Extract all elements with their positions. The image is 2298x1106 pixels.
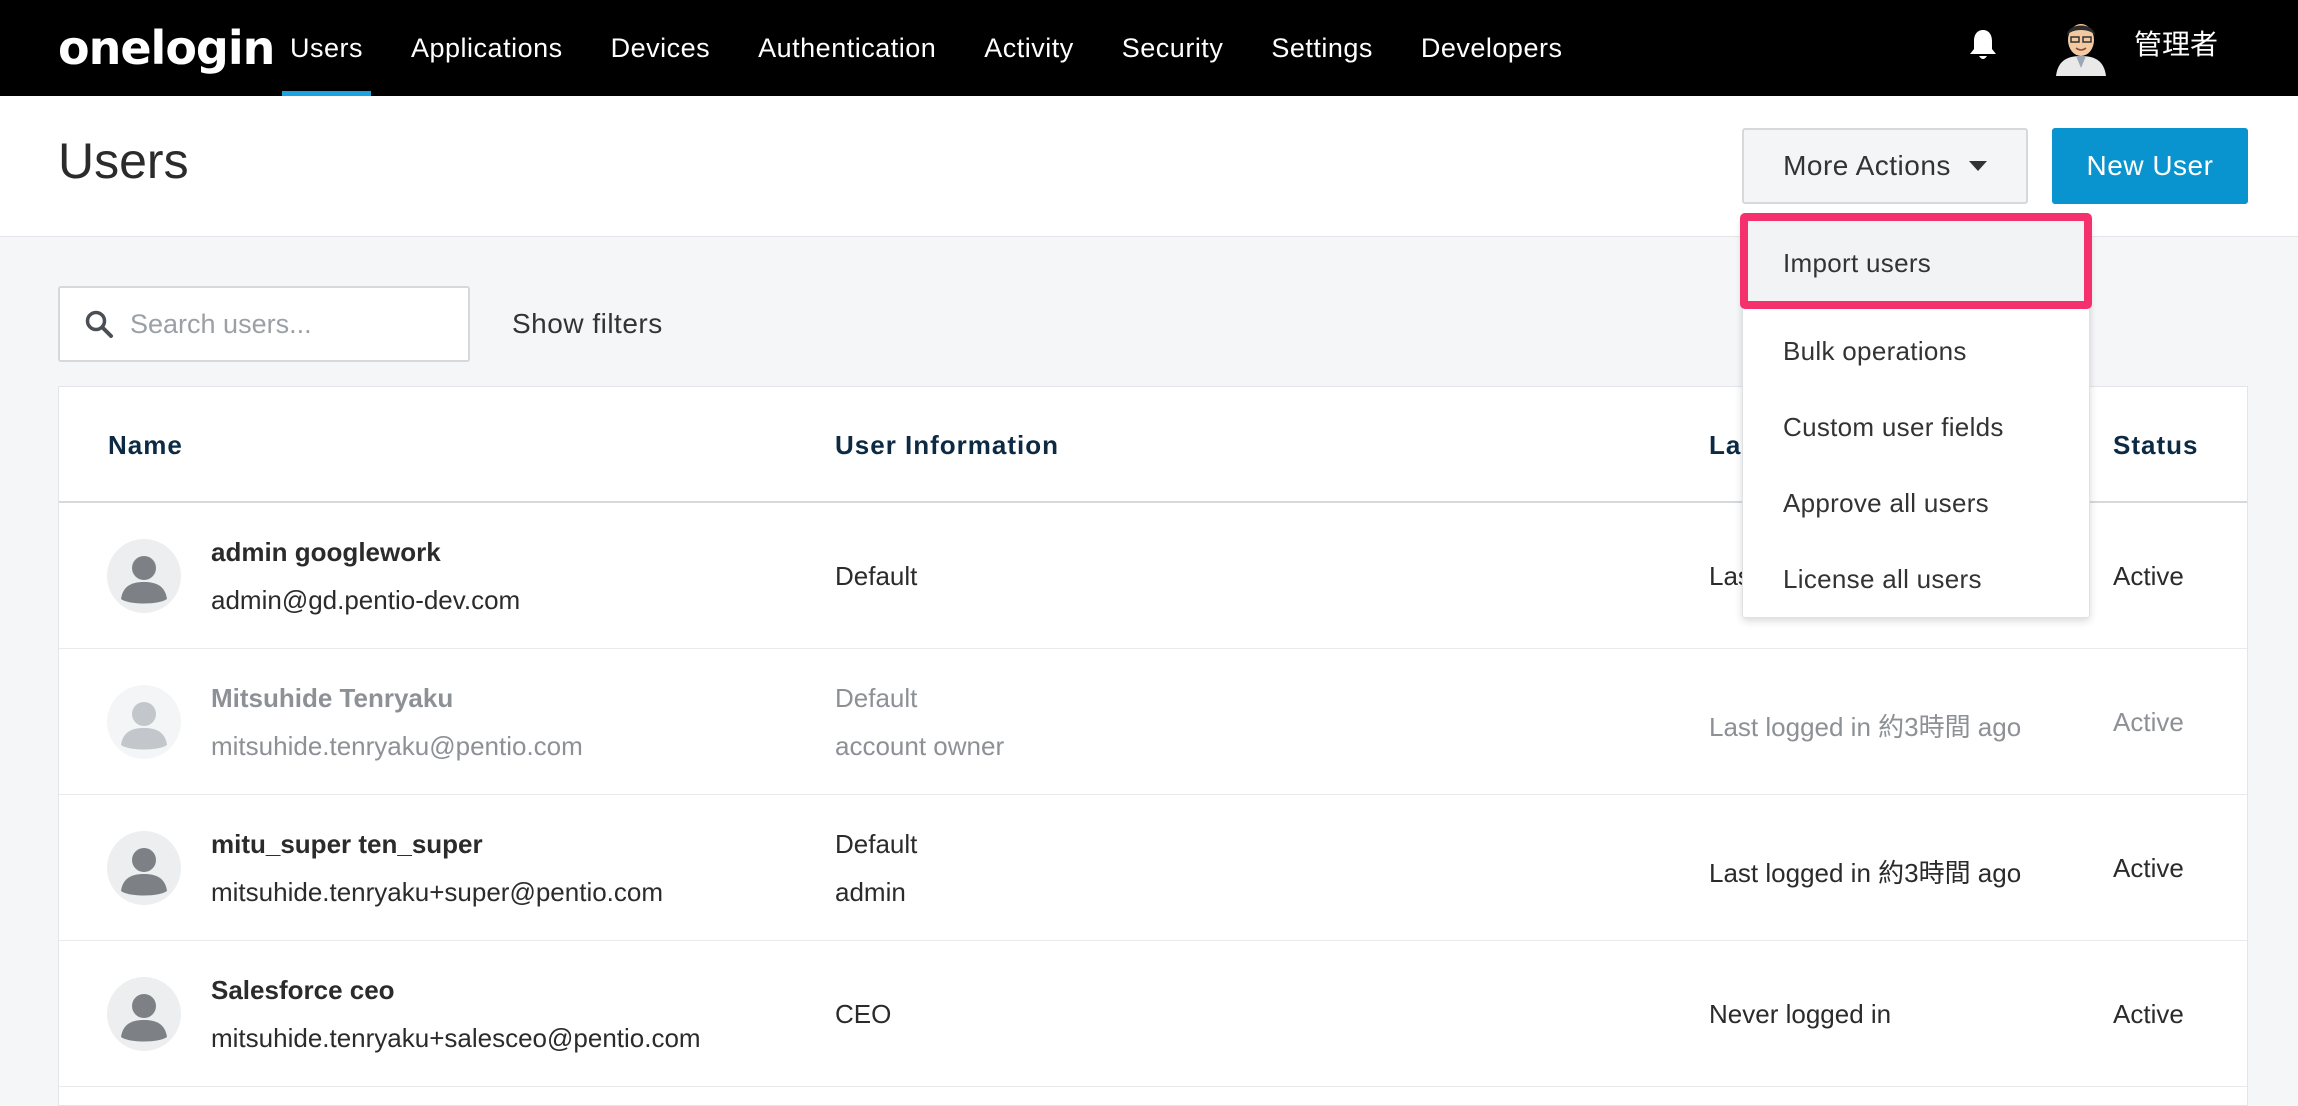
user-avatar-icon — [107, 539, 181, 613]
user-role: Default — [835, 561, 918, 591]
onelogin-logo[interactable]: onelogin — [58, 0, 275, 96]
user-last-login: Last logged in 約3時間 ago — [1709, 712, 2022, 742]
nav-item-users[interactable]: Users — [282, 0, 372, 96]
nav-items: Users Applications Devices Authenticatio… — [282, 0, 1602, 96]
menu-item-bulk-operations[interactable]: Bulk operations — [1743, 313, 2089, 389]
menu-item-custom-user-fields[interactable]: Custom user fields — [1743, 389, 2089, 465]
column-header-name[interactable]: Name — [108, 387, 183, 503]
more-actions-menu: Import users Bulk operations Custom user… — [1742, 216, 2090, 618]
search-icon — [85, 310, 113, 338]
user-role: Default — [835, 829, 918, 859]
nav-item-devices[interactable]: Devices — [603, 0, 719, 96]
user-status: Active — [2113, 707, 2184, 737]
user-status: Active — [2113, 561, 2184, 591]
more-actions-button[interactable]: More Actions — [1742, 128, 2028, 204]
bell-icon[interactable] — [1968, 28, 1998, 62]
page-title: Users — [58, 133, 189, 189]
table-row[interactable]: Mitsuhide Tenryaku mitsuhide.tenryaku@pe… — [59, 649, 2247, 795]
user-role: Default — [835, 683, 918, 713]
table-row[interactable]: mitu_super ten_super mitsuhide.tenryaku+… — [59, 795, 2247, 941]
nav-item-security[interactable]: Security — [1114, 0, 1232, 96]
user-avatar-icon — [107, 977, 181, 1051]
user-avatar-icon — [107, 831, 181, 905]
user-email: mitsuhide.tenryaku+salesceo@pentio.com — [211, 1023, 701, 1053]
admin-avatar[interactable] — [2052, 14, 2110, 76]
show-filters-link[interactable]: Show filters — [512, 286, 663, 362]
user-last-login: Last logged in 約3時間 ago — [1709, 858, 2022, 888]
user-role-detail: account owner — [835, 731, 1005, 761]
new-user-button[interactable]: New User — [2052, 128, 2248, 204]
user-avatar-icon — [107, 685, 181, 759]
nav-item-authentication[interactable]: Authentication — [750, 0, 944, 96]
user-name[interactable]: mitu_super ten_super — [211, 829, 483, 860]
column-header-status[interactable]: Status — [2113, 387, 2198, 503]
user-status: Active — [2113, 853, 2184, 883]
user-role: CEO — [835, 999, 892, 1029]
user-status: Active — [2113, 999, 2184, 1029]
user-role-detail: admin — [835, 877, 906, 907]
menu-item-approve-all-users[interactable]: Approve all users — [1743, 465, 2089, 541]
caret-down-icon — [1968, 161, 1987, 171]
search-input[interactable] — [130, 308, 450, 340]
user-name[interactable]: admin googlework — [211, 537, 441, 568]
search-box[interactable] — [58, 286, 470, 362]
user-last-login: Never logged in — [1709, 999, 1892, 1029]
menu-item-license-all-users[interactable]: License all users — [1743, 541, 2089, 617]
nav-item-applications[interactable]: Applications — [403, 0, 571, 96]
nav-item-activity[interactable]: Activity — [976, 0, 1082, 96]
more-actions-label: More Actions — [1783, 150, 1951, 181]
column-header-last-login[interactable]: La — [1709, 387, 1741, 503]
admin-name[interactable]: 管理者 — [2134, 0, 2218, 86]
nav-item-developers[interactable]: Developers — [1413, 0, 1571, 96]
user-name[interactable]: Salesforce ceo — [211, 975, 395, 1006]
top-nav: onelogin Users Applications Devices Auth… — [0, 0, 2298, 96]
nav-item-settings[interactable]: Settings — [1263, 0, 1381, 96]
menu-item-import-users[interactable]: Import users — [1743, 221, 2089, 305]
user-email: admin@gd.pentio-dev.com — [211, 585, 521, 615]
table-row[interactable]: Salesforce ceo mitsuhide.tenryaku+salesc… — [59, 941, 2247, 1087]
user-name[interactable]: Mitsuhide Tenryaku — [211, 683, 453, 714]
user-email: mitsuhide.tenryaku+super@pentio.com — [211, 877, 664, 907]
user-email: mitsuhide.tenryaku@pentio.com — [211, 731, 583, 761]
column-header-user-information[interactable]: User Information — [835, 387, 1059, 503]
